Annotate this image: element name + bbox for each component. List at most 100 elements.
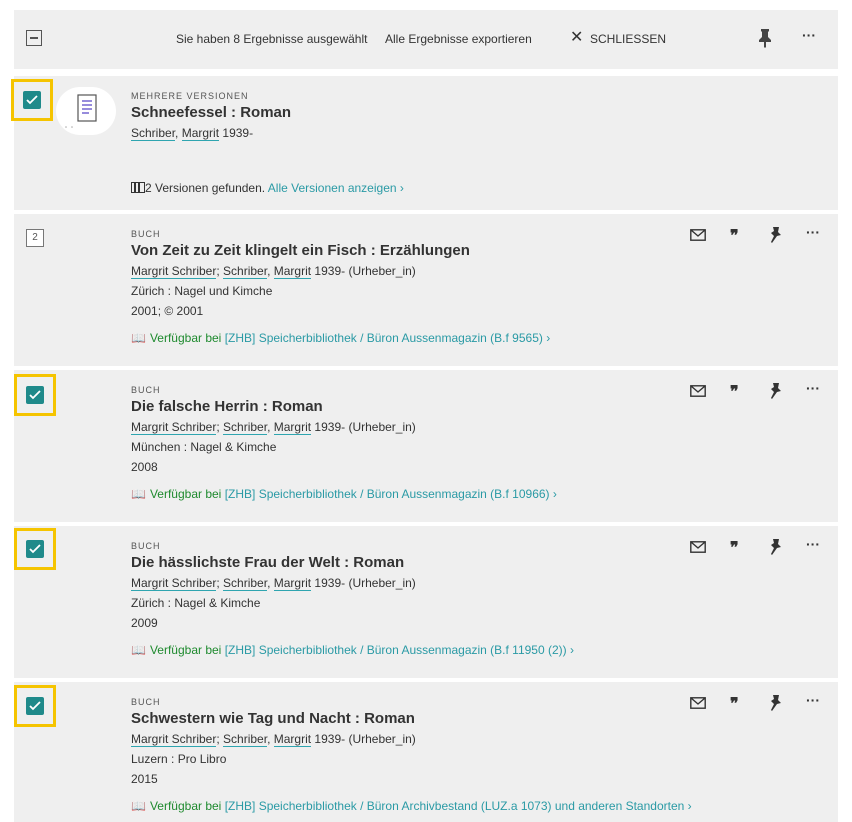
author-dates: 1939- (Urheber_in) xyxy=(314,420,416,434)
all-versions-link[interactable]: Alle Versionen anzeigen xyxy=(268,181,397,195)
chevron-right-icon: › xyxy=(399,181,404,195)
author-link[interactable]: Margrit Schriber xyxy=(131,264,217,279)
record-type: BUCH xyxy=(131,697,161,707)
selection-highlight xyxy=(14,528,56,570)
more-icon[interactable]: ··· xyxy=(802,27,816,43)
location-link[interactable]: [ZHB] Speicherbibliothek / Büron Aussenm… xyxy=(225,643,567,657)
record-checkbox[interactable] xyxy=(23,91,41,109)
availability: 📖 Verfügbar bei [ZHB] Speicherbibliothek … xyxy=(131,331,550,345)
pin-icon[interactable] xyxy=(768,226,782,249)
selection-highlight xyxy=(14,685,56,727)
record-actions: ❞ ··· xyxy=(690,692,830,717)
record-card: BUCH Schwestern wie Tag und Nacht : Roma… xyxy=(14,682,838,822)
availability: 📖 Verfügbar bei [ZHB] Speicherbibliothek … xyxy=(131,643,574,657)
pin-icon[interactable] xyxy=(768,694,782,717)
availability: 📖 Verfügbar bei [ZHB] Speicherbibliothek … xyxy=(131,487,557,501)
author-link[interactable]: Margrit xyxy=(273,576,312,591)
availability-status: Verfügbar bei xyxy=(149,799,222,813)
selection-highlight xyxy=(11,79,53,121)
record-type: BUCH xyxy=(131,385,161,395)
more-icon[interactable]: ··· xyxy=(806,692,820,708)
author-link[interactable]: Margrit Schriber xyxy=(131,576,217,591)
year: 2008 xyxy=(131,460,158,474)
chevron-right-icon: › xyxy=(546,331,551,345)
author-line: Margrit Schriber; Schriber, Margrit 1939… xyxy=(131,420,416,435)
close-icon[interactable]: ✕ xyxy=(570,29,583,47)
mail-icon[interactable] xyxy=(690,696,706,714)
pin-icon[interactable] xyxy=(768,382,782,405)
record-type: MEHRERE VERSIONEN xyxy=(131,91,249,101)
quote-icon[interactable]: ❞ xyxy=(730,382,739,402)
author-link[interactable]: Schriber xyxy=(223,420,268,435)
quote-icon[interactable]: ❞ xyxy=(730,226,739,246)
publisher: Zürich : Nagel & Kimche xyxy=(131,596,261,610)
publisher: Zürich : Nagel und Kimche xyxy=(131,284,273,298)
record-actions: ❞ ··· xyxy=(690,380,830,405)
year: 2009 xyxy=(131,616,158,630)
record-card: MEHRERE VERSIONEN Schneefessel : Roman S… xyxy=(11,76,838,210)
record-card: BUCH Die hässlichste Frau der Welt : Rom… xyxy=(14,526,838,678)
versions-text: 2 Versionen gefunden. xyxy=(145,181,266,195)
record-title[interactable]: Von Zeit zu Zeit klingelt ein Fisch : Er… xyxy=(131,242,470,259)
quote-icon[interactable]: ❞ xyxy=(730,694,739,714)
author-link[interactable]: Schriber xyxy=(223,576,268,591)
quote-icon[interactable]: ❞ xyxy=(730,538,739,558)
record-checkbox[interactable] xyxy=(26,386,44,404)
deselect-all-checkbox[interactable] xyxy=(26,30,42,46)
book-icon: 📖 xyxy=(131,331,146,345)
selected-count-text: Sie haben 8 Ergebnisse ausgewählt xyxy=(176,32,368,46)
author-link[interactable]: Margrit xyxy=(273,264,312,279)
author-link[interactable]: Schriber xyxy=(131,126,176,141)
year: 2015 xyxy=(131,772,158,786)
author-link[interactable]: Schriber xyxy=(223,264,268,279)
record-title[interactable]: Die hässlichste Frau der Welt : Roman xyxy=(131,554,404,571)
availability: 📖 Verfügbar bei [ZHB] Speicherbibliothek … xyxy=(131,799,692,813)
close-button[interactable]: SCHLIESSEN xyxy=(590,32,666,46)
more-icon[interactable]: ··· xyxy=(806,536,820,552)
availability-status: Verfügbar bei xyxy=(149,487,222,501)
record-number[interactable]: 2 xyxy=(26,229,44,247)
author-link[interactable]: Schriber xyxy=(223,732,268,747)
author-link[interactable]: Margrit Schriber xyxy=(131,420,217,435)
publisher: Luzern : Pro Libro xyxy=(131,752,227,766)
record-title[interactable]: Die falsche Herrin : Roman xyxy=(131,398,323,415)
record-checkbox[interactable] xyxy=(26,697,44,715)
check-icon xyxy=(29,544,41,554)
chevron-right-icon: › xyxy=(552,487,557,501)
chevron-right-icon: › xyxy=(569,643,574,657)
export-all-button[interactable]: Alle Ergebnisse exportieren xyxy=(385,32,532,46)
author-link[interactable]: Margrit xyxy=(273,732,312,747)
author-link[interactable]: Margrit xyxy=(273,420,312,435)
pin-icon[interactable] xyxy=(768,538,782,561)
pin-icon[interactable] xyxy=(758,28,772,53)
author-line: Margrit Schriber; Schriber, Margrit 1939… xyxy=(131,264,416,279)
author-link[interactable]: Margrit Schriber xyxy=(131,732,217,747)
mail-icon[interactable] xyxy=(690,540,706,558)
versions-line: 2 Versionen gefunden. Alle Versionen anz… xyxy=(131,181,404,195)
location-link[interactable]: [ZHB] Speicherbibliothek / Büron Aussenm… xyxy=(225,487,550,501)
author-line: Schriber, Margrit 1939- xyxy=(131,126,254,141)
record-card: BUCH Die falsche Herrin : Roman Margrit … xyxy=(14,370,838,522)
record-title[interactable]: Schneefessel : Roman xyxy=(131,104,291,121)
availability-status: Verfügbar bei xyxy=(149,331,222,345)
author-dates: 1939- (Urheber_in) xyxy=(314,576,416,590)
more-icon[interactable]: ··· xyxy=(806,224,820,240)
check-icon xyxy=(26,95,38,105)
record-card: 2 BUCH Von Zeit zu Zeit klingelt ein Fis… xyxy=(14,214,838,366)
record-title[interactable]: Schwestern wie Tag und Nacht : Roman xyxy=(131,710,415,727)
record-actions: ❞ ··· xyxy=(690,536,830,561)
publisher: München : Nagel & Kimche xyxy=(131,440,277,454)
author-dates: 1939- (Urheber_in) xyxy=(314,264,416,278)
author-link[interactable]: Margrit xyxy=(181,126,220,141)
author-dates: 1939- (Urheber_in) xyxy=(314,732,416,746)
availability-status: Verfügbar bei xyxy=(149,643,222,657)
record-checkbox[interactable] xyxy=(26,540,44,558)
chevron-right-icon: › xyxy=(687,799,692,813)
more-icon[interactable]: ··· xyxy=(806,380,820,396)
location-link[interactable]: [ZHB] Speicherbibliothek / Büron Aussenm… xyxy=(225,331,543,345)
mail-icon[interactable] xyxy=(690,228,706,246)
location-link[interactable]: [ZHB] Speicherbibliothek / Büron Archivb… xyxy=(225,799,685,813)
record-type: BUCH xyxy=(131,229,161,239)
selection-highlight xyxy=(14,374,56,416)
mail-icon[interactable] xyxy=(690,384,706,402)
